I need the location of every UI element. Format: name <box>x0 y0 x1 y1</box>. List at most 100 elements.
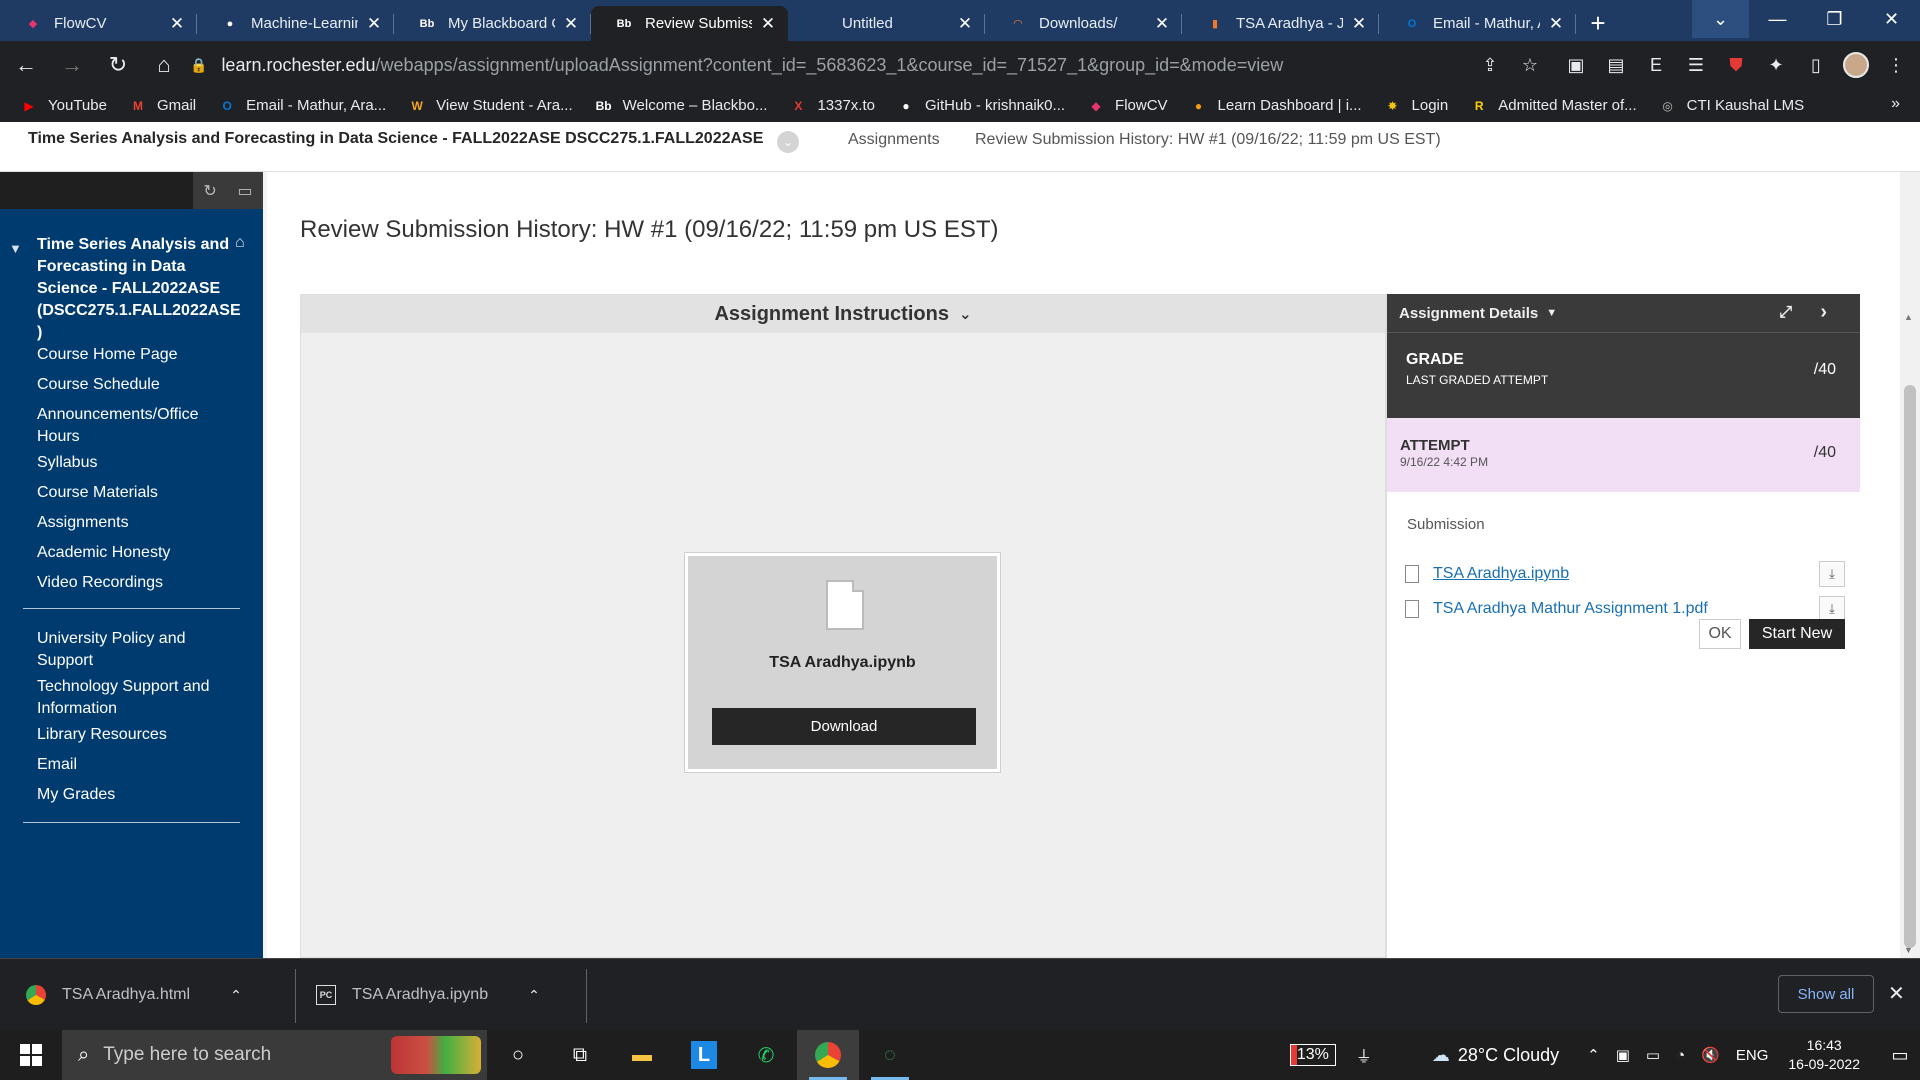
refresh-icon[interactable]: ↻ <box>203 181 216 201</box>
course-menu-item[interactable]: Assignments <box>37 512 237 534</box>
shield-extension-icon[interactable]: ⛊ <box>1716 55 1756 76</box>
close-tab-icon[interactable]: ✕ <box>169 14 185 34</box>
scroll-down-icon[interactable]: ▼ <box>1904 945 1913 955</box>
task-view-icon[interactable]: ⧉ <box>549 1030 611 1080</box>
bookmark-item[interactable]: O Email - Mathur, Ara... <box>218 97 386 115</box>
chevron-up-icon[interactable]: ⌃ <box>528 987 540 1004</box>
bookmark-item[interactable]: ● GitHub - krishnaik0... <box>897 97 1065 115</box>
battery-indicator[interactable]: 13% <box>1289 1044 1336 1066</box>
tab-search-icon[interactable]: ⌄ <box>1692 0 1749 38</box>
chevron-up-icon[interactable]: ⌃ <box>1587 1046 1600 1064</box>
bookmarks-overflow-icon[interactable]: » <box>1891 95 1900 113</box>
whatsapp-icon[interactable]: ✆ <box>735 1030 797 1080</box>
chrome-taskbar-icon[interactable] <box>797 1030 859 1080</box>
ok-button[interactable]: OK <box>1699 619 1741 649</box>
bookmark-item[interactable]: ◎ CTI Kaushal LMS <box>1659 97 1804 115</box>
back-icon[interactable]: ← <box>6 45 46 85</box>
chevron-up-icon[interactable]: ⌃ <box>230 987 242 1004</box>
reload-icon[interactable]: ↻ <box>98 45 138 85</box>
notification-icon[interactable]: ▭ <box>1880 1045 1920 1066</box>
share-icon[interactable]: ⇪ <box>1470 55 1510 76</box>
cortana-icon[interactable]: ○ <box>487 1030 549 1080</box>
home-icon[interactable]: ⌂ <box>235 234 245 252</box>
browser-tab[interactable]: Untitled ✕ <box>788 6 985 41</box>
close-shelf-icon[interactable]: ✕ <box>1888 981 1905 1006</box>
close-tab-icon[interactable]: ✕ <box>366 14 382 34</box>
close-tab-icon[interactable]: ✕ <box>1548 14 1564 34</box>
expand-icon[interactable]: ⤢ <box>1779 304 1792 322</box>
instructions-toggle[interactable]: Assignment Instructions ⌄ <box>301 295 1385 333</box>
submission-file-link[interactable]: TSA Aradhya Mathur Assignment 1.pdf <box>1433 600 1708 618</box>
browser-tab[interactable]: ● Machine-Learning ✕ <box>197 6 394 41</box>
collapse-caret-icon[interactable]: ▼ <box>9 241 22 256</box>
bookmark-item[interactable]: ✸ Login <box>1384 97 1449 115</box>
clock[interactable]: 16:43 16-09-2022 <box>1788 1036 1860 1074</box>
course-menu-item[interactable]: Course Schedule <box>37 374 237 396</box>
menu-kebab-icon[interactable]: ⋮ <box>1876 55 1916 76</box>
breadcrumb-assignments[interactable]: Assignments <box>848 131 940 149</box>
close-window-icon[interactable]: ✕ <box>1863 0 1920 38</box>
course-menu-item[interactable]: Technology Support and Information <box>37 676 237 720</box>
scrollbar-thumb[interactable] <box>1904 385 1916 948</box>
forward-icon[interactable]: → <box>52 45 92 85</box>
course-menu-item[interactable]: Academic Honesty <box>37 542 237 564</box>
browser-tab[interactable]: ◠ Downloads/ ✕ <box>985 6 1182 41</box>
display-icon[interactable]: ▭ <box>1646 1046 1660 1064</box>
minimize-icon[interactable]: — <box>1749 0 1806 38</box>
breadcrumb-course[interactable]: Time Series Analysis and Forecasting in … <box>28 130 763 148</box>
extension-2-icon[interactable]: ▤ <box>1596 55 1636 76</box>
language-indicator[interactable]: ENG <box>1736 1047 1769 1064</box>
course-menu-item[interactable]: Course Materials <box>37 482 237 504</box>
bookmark-item[interactable]: Bb Welcome – Blackbo... <box>595 97 768 115</box>
restore-icon[interactable]: ❐ <box>1806 0 1863 38</box>
browser-tab[interactable]: ◆ FlowCV ✕ <box>0 6 197 41</box>
side-panel-icon[interactable]: ▯ <box>1796 55 1836 76</box>
extension-4-icon[interactable]: ☰ <box>1676 55 1716 76</box>
download-button[interactable]: Download <box>712 708 976 745</box>
show-all-button[interactable]: Show all <box>1778 975 1874 1013</box>
bookmark-star-icon[interactable]: ☆ <box>1510 55 1550 76</box>
attempt-row[interactable]: ATTEMPT 9/16/22 4:42 PM /40 <box>1387 418 1860 492</box>
browser-tab[interactable]: O Email - Mathur, A ✕ <box>1379 6 1576 41</box>
weather-widget[interactable]: ☁ 28°C Cloudy <box>1432 1045 1559 1066</box>
course-menu-item[interactable]: Email <box>37 754 237 776</box>
wifi-icon[interactable]: ◔ <box>1676 1047 1685 1064</box>
close-tab-icon[interactable]: ✕ <box>1154 14 1170 34</box>
course-menu-item[interactable]: Video Recordings <box>37 572 237 594</box>
scroll-up-icon[interactable]: ▲ <box>1904 312 1913 322</box>
download-item[interactable]: TSA Aradhya.html ⌃ <box>26 959 242 1031</box>
bookmark-item[interactable]: ◆ FlowCV <box>1087 97 1167 115</box>
address-bar[interactable]: 🔒 learn.rochester.edu/webapps/assignment… <box>174 47 1550 83</box>
bookmark-item[interactable]: ▶ YouTube <box>20 97 107 115</box>
bookmark-item[interactable]: W View Student - Ara... <box>408 97 573 115</box>
start-button[interactable] <box>0 1030 62 1080</box>
submission-file-link[interactable]: TSA Aradhya.ipynb <box>1433 565 1569 583</box>
course-menu-item[interactable]: My Grades <box>37 784 237 806</box>
details-header[interactable]: Assignment Details ▼ ⤢ › <box>1387 294 1860 332</box>
start-new-button[interactable]: Start New <box>1749 619 1845 649</box>
bookmark-item[interactable]: R Admitted Master of... <box>1470 97 1637 115</box>
close-tab-icon[interactable]: ✕ <box>1351 14 1367 34</box>
course-menu-item[interactable]: Syllabus <box>37 452 237 474</box>
loading-app-icon[interactable]: ◌ <box>859 1030 921 1080</box>
folder-view-icon[interactable]: ▭ <box>238 181 253 201</box>
download-item[interactable]: PC TSA Aradhya.ipynb ⌃ <box>316 959 540 1031</box>
browser-tab[interactable]: Bb Review Submissio ✕ <box>591 6 788 41</box>
extensions-puzzle-icon[interactable]: ✦ <box>1756 55 1796 76</box>
close-tab-icon[interactable]: ✕ <box>563 14 579 34</box>
course-menu-item[interactable]: University Policy and Support <box>37 628 237 672</box>
breadcrumb-dropdown-icon[interactable]: ⌄ <box>777 131 799 153</box>
camera-icon[interactable]: ▣ <box>1616 1046 1630 1064</box>
lock-icon[interactable]: 🔒 <box>190 57 207 74</box>
extension-1-icon[interactable]: ▣ <box>1556 55 1596 76</box>
taskbar-search[interactable]: ⌕ Type here to search <box>62 1030 487 1080</box>
file-explorer-icon[interactable]: ▬ <box>611 1030 673 1080</box>
close-tab-icon[interactable]: ✕ <box>957 14 973 34</box>
course-menu-title[interactable]: Time Series Analysis and Forecasting in … <box>37 234 241 344</box>
new-tab-button[interactable]: + <box>1576 6 1620 41</box>
profile-avatar[interactable] <box>1836 52 1876 78</box>
course-menu-item[interactable]: Course Home Page <box>37 344 237 366</box>
course-menu-item[interactable]: Library Resources <box>37 724 237 746</box>
course-menu-item[interactable]: Announcements/Office Hours <box>37 404 237 448</box>
volume-muted-icon[interactable]: 🔇 <box>1701 1046 1720 1064</box>
